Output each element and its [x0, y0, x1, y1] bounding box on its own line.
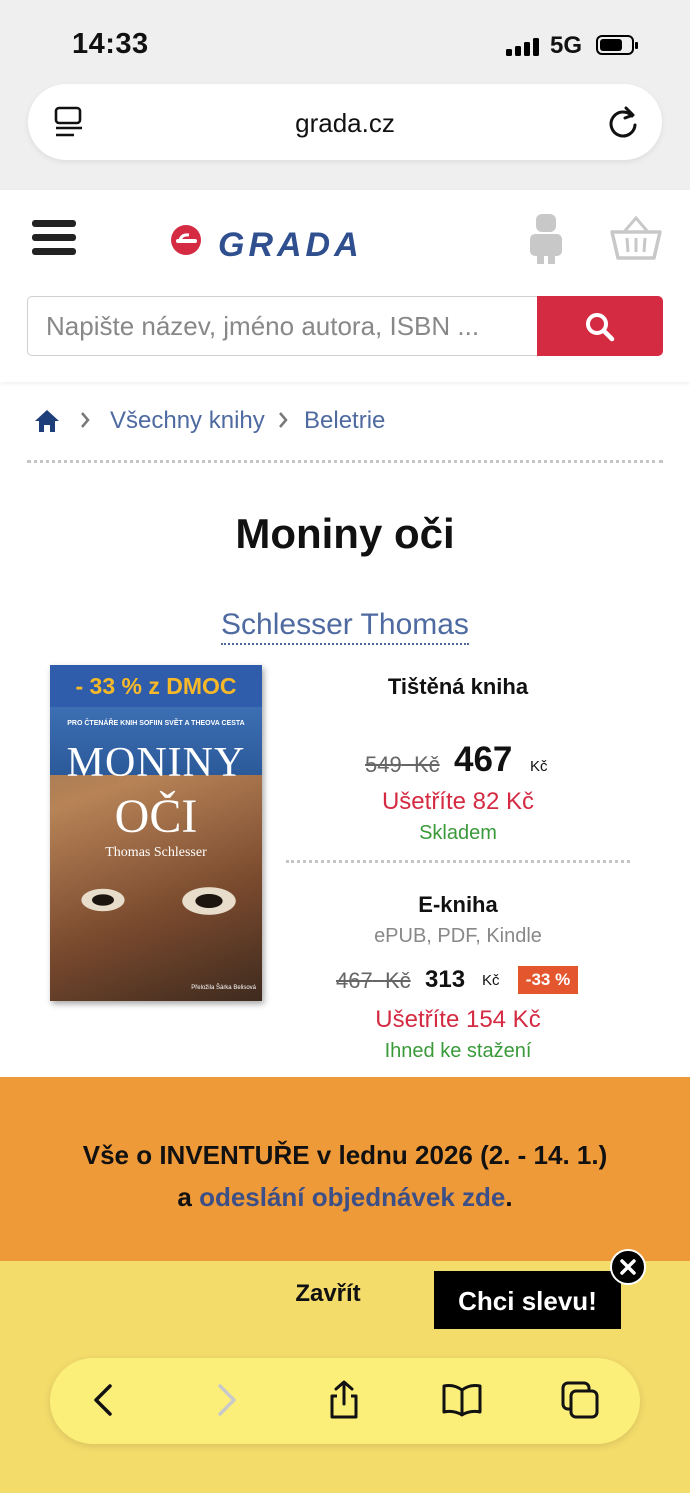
print-edition-label[interactable]: Tištěná kniha: [288, 674, 628, 700]
ebook-formats: ePUB, PDF, Kindle: [374, 925, 542, 947]
svg-text:GRADA: GRADA: [218, 226, 363, 262]
author-link[interactable]: Schlesser Thomas: [221, 608, 469, 645]
tabs-icon[interactable]: [560, 1380, 600, 1420]
ebook-availability: Ihned ke stažení: [384, 1040, 532, 1062]
home-icon[interactable]: [34, 408, 60, 434]
ebook-edition-label[interactable]: E-kniha: [288, 892, 628, 918]
cover-blurb: PRO ČTENÁŘE KNIH SOFIIN SVĚT A THEOVA CE…: [67, 720, 245, 727]
divider: [286, 860, 630, 863]
chevron-right-icon: [81, 412, 90, 428]
banner-text-line2: a odeslání objednávek zde.: [177, 1182, 513, 1212]
print-price: 467: [454, 740, 513, 779]
get-discount-button[interactable]: Chci slevu!: [434, 1271, 621, 1329]
cover-title-line2: OČI: [114, 790, 198, 843]
banner-text: Vše o INVENTUŘE v lednu 2026 (2. - 14. 1…: [82, 1140, 608, 1170]
signal-icon: [506, 38, 542, 56]
basket-icon[interactable]: [610, 216, 662, 260]
search-button[interactable]: [537, 296, 663, 356]
grada-logo[interactable]: GRADA: [170, 222, 440, 262]
print-currency: Kč: [530, 758, 548, 775]
breadcrumb-all-books[interactable]: Všechny knihy: [110, 407, 265, 435]
breadcrumb-fiction[interactable]: Beletrie: [304, 407, 385, 435]
book-title: Moniny oči: [235, 510, 455, 557]
close-icon[interactable]: [610, 1249, 646, 1285]
cover-promo-band: - 33 % z DMOC: [50, 665, 262, 707]
network-label: 5G: [550, 32, 583, 59]
print-old-price: 549 Kč: [365, 752, 440, 777]
share-icon[interactable]: [324, 1380, 364, 1420]
cover-title-line1: MONINY: [66, 740, 246, 786]
chevron-right-icon: [279, 412, 288, 428]
back-icon[interactable]: [84, 1380, 124, 1420]
cover-eye-left: [78, 887, 128, 913]
search-input[interactable]: Napište název, jméno autora, ISBN ...: [27, 296, 537, 356]
cover-eye-right: [178, 885, 240, 917]
ebook-savings: Ušetříte 154 Kč: [375, 1006, 541, 1033]
ebook-currency: Kč: [482, 972, 500, 989]
book-cover[interactable]: - 33 % z DMOC PRO ČTENÁŘE KNIH SOFIIN SV…: [50, 665, 262, 1001]
print-availability: Skladem: [419, 822, 497, 844]
cover-translator: Přeložila Šárka Belisová: [191, 985, 256, 991]
battery-icon: [596, 35, 638, 55]
reload-icon[interactable]: [606, 104, 640, 140]
search-icon: [586, 313, 615, 342]
book-author[interactable]: Schlesser Thomas: [0, 608, 690, 645]
cover-author: Thomas Schlesser: [105, 845, 207, 860]
user-icon[interactable]: [528, 214, 564, 264]
close-promo-button[interactable]: Zavřít: [268, 1280, 388, 1308]
divider: [27, 460, 663, 463]
orders-link[interactable]: odeslání objednávek zde: [199, 1182, 505, 1212]
bookmarks-icon[interactable]: [442, 1380, 482, 1420]
print-savings: Ušetříte 82 Kč: [381, 788, 535, 815]
status-time: 14:33: [72, 28, 149, 60]
ebook-old-price: 467 Kč: [336, 968, 411, 993]
ebook-price: 313: [425, 966, 466, 993]
menu-icon[interactable]: [32, 220, 76, 256]
url-text[interactable]: grada.cz: [0, 108, 690, 139]
forward-icon[interactable]: [206, 1380, 246, 1420]
discount-badge: -33 %: [518, 966, 578, 994]
